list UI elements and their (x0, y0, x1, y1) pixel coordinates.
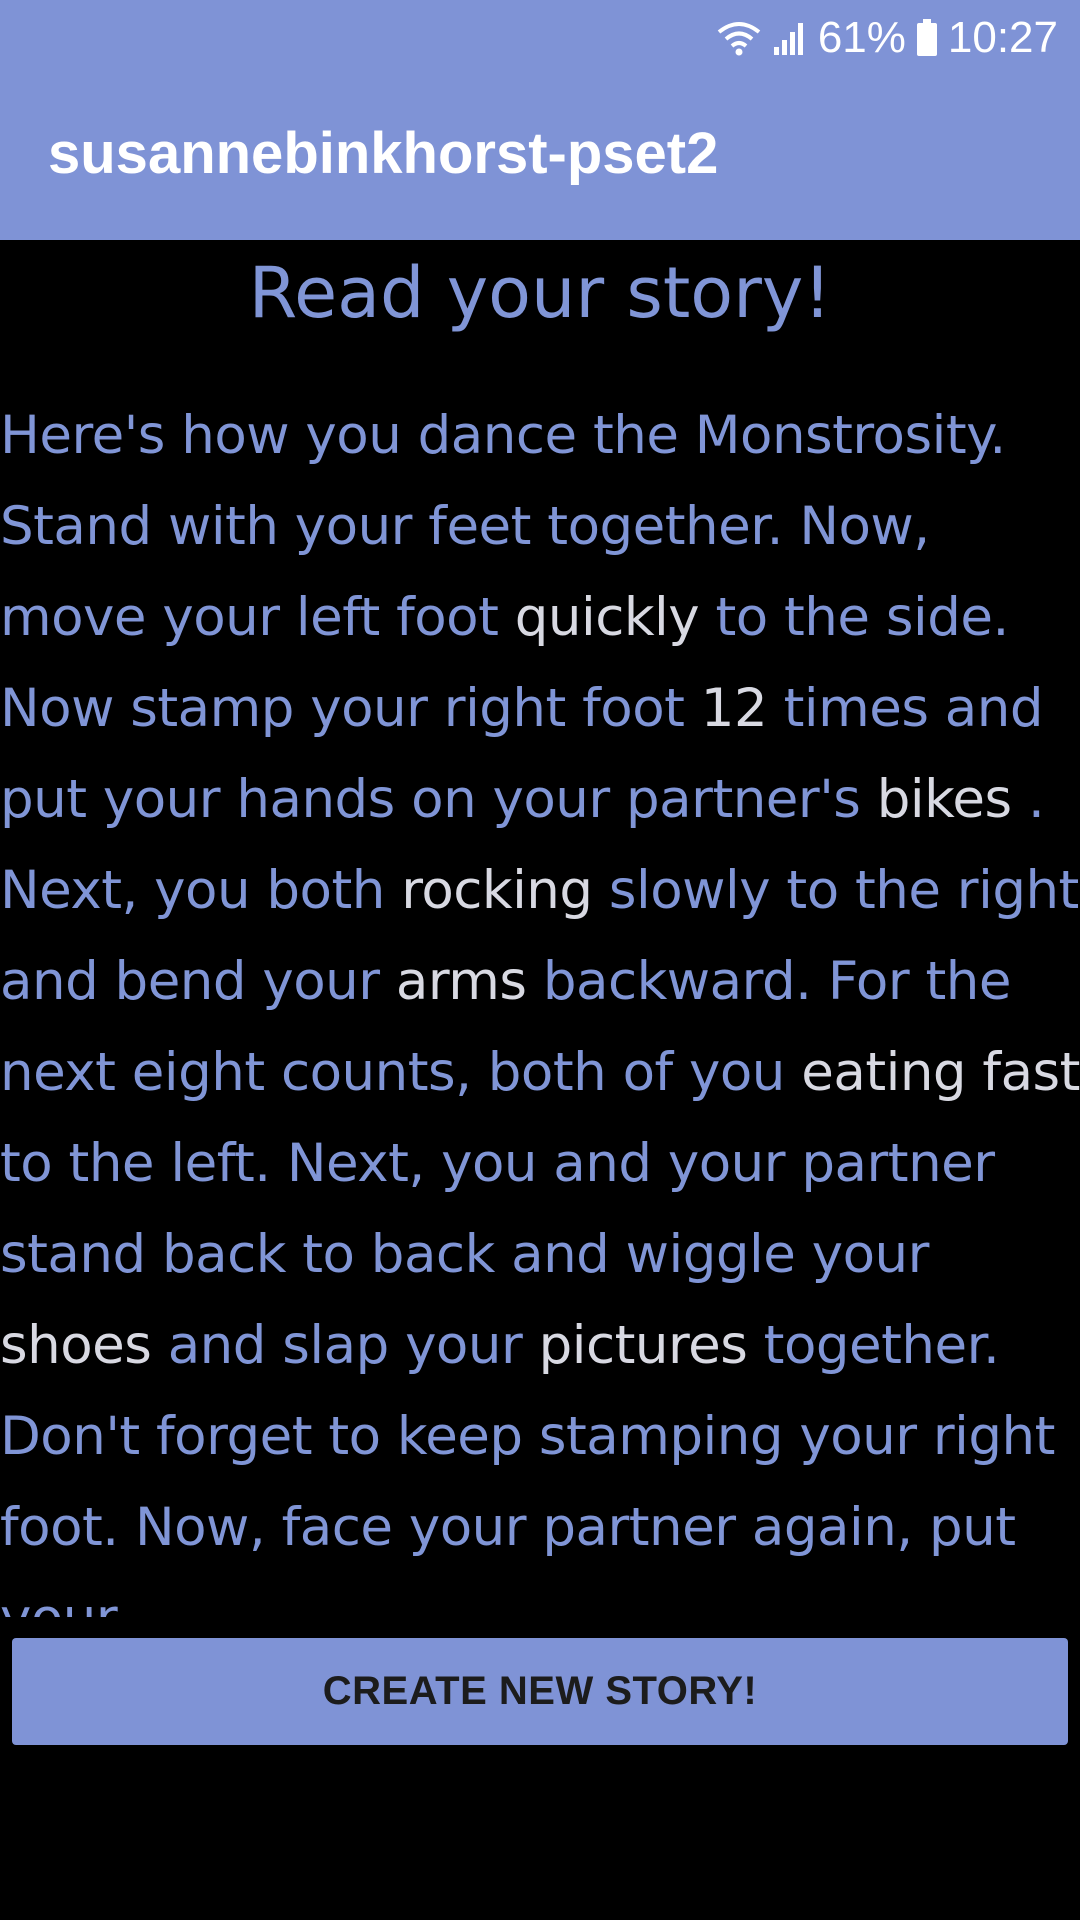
app-screen: 61% 10:27 susannebinkhorst-pset2 Read yo… (0, 0, 1080, 1920)
story-text: Here's how you dance the Monstrosity. St… (0, 390, 1080, 1617)
story-fragment: and slap your (151, 1315, 539, 1376)
filled-word: arms (395, 951, 527, 1012)
filled-word: shoes (0, 1315, 152, 1376)
create-new-story-button[interactable]: CREATE NEW STORY! (12, 1638, 1068, 1745)
wifi-icon (716, 20, 762, 56)
filled-word: eating fast (801, 1042, 1080, 1103)
filled-word: rocking (401, 860, 593, 921)
story-scroll-view[interactable]: Here's how you dance the Monstrosity. St… (0, 390, 1080, 1617)
clock: 10:27 (947, 12, 1058, 62)
app-title: susannebinkhorst-pset2 (48, 121, 719, 186)
filled-word: quickly (514, 587, 700, 648)
battery-icon (916, 18, 938, 57)
battery-percent: 61% (817, 12, 906, 62)
status-bar: 61% 10:27 (0, 0, 1080, 75)
signal-icon (772, 20, 808, 56)
story-fragment: to the left. Next, you and your partner … (0, 1133, 995, 1285)
filled-word: pictures (538, 1315, 748, 1376)
app-bar: susannebinkhorst-pset2 (0, 75, 1080, 240)
page-heading: Read your story! (248, 252, 832, 334)
filled-word: 12 (700, 678, 768, 739)
filled-word: bikes (876, 769, 1012, 830)
status-icons: 61% 10:27 (716, 10, 1058, 65)
